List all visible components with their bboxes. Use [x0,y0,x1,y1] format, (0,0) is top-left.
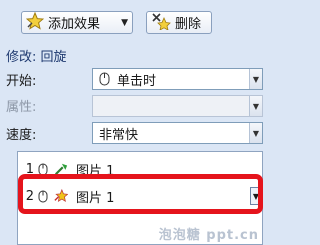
start-dropdown[interactable]: 单击时 ▼ [92,68,263,90]
add-effect-star-icon [25,11,45,34]
chevron-down-icon[interactable]: ▼ [249,123,262,143]
remove-effect-icon [151,12,171,34]
start-label: 开始: [6,74,37,89]
property-label: 属性: [6,100,37,115]
chevron-down-icon: ▼ [121,17,128,28]
speed-value: 非常快 [99,127,139,143]
mouse-click-icon [99,72,111,86]
speed-dropdown[interactable]: 非常快 ▼ [92,122,263,144]
start-value: 单击时 [117,73,157,89]
chevron-down-icon: ▼ [249,96,262,116]
remove-button[interactable]: 删除 [146,11,212,34]
add-effect-button[interactable]: 添加效果 ▼ [21,11,133,34]
task-pane-toolbar: 添加效果 ▼ 删除 [0,0,263,40]
modify-title: 修改: 回旋 [6,50,67,65]
speed-label: 速度: [6,128,37,143]
chevron-down-icon[interactable]: ▼ [249,69,262,89]
watermark: 泡泡糖 ppt.cn [158,228,259,243]
add-effect-label: 添加效果 [48,17,101,32]
remove-label: 删除 [175,17,202,32]
property-dropdown: ▼ [92,95,263,117]
highlight-annotation [18,174,263,214]
